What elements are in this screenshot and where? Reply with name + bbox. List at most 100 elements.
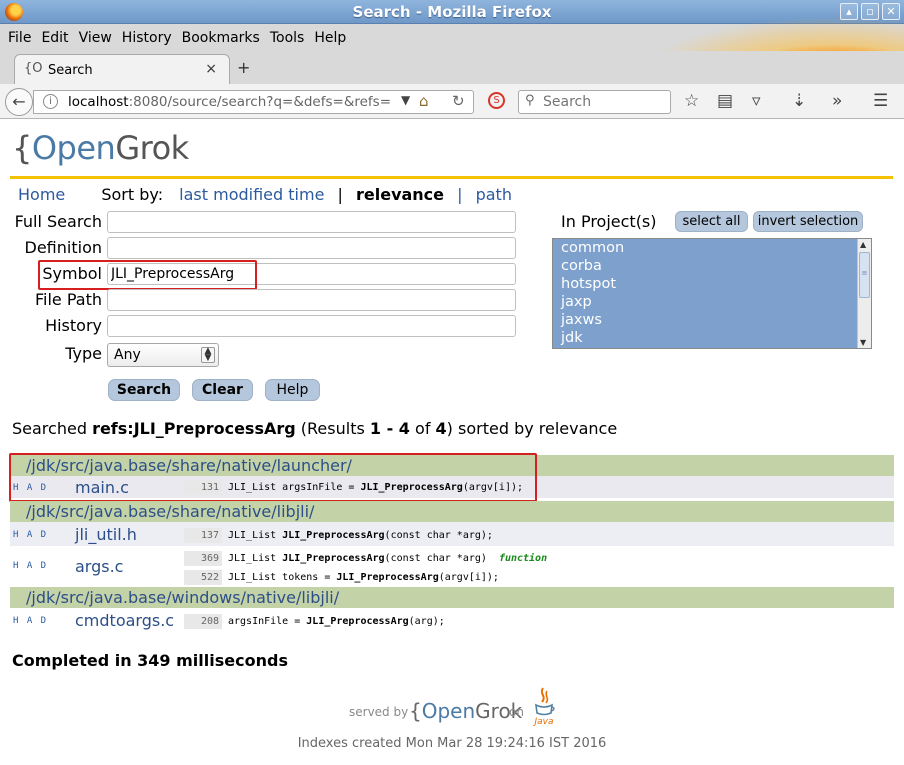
tab-search[interactable]: {O Search × bbox=[14, 54, 230, 84]
noscript-icon[interactable]: S bbox=[488, 92, 505, 109]
code-line[interactable]: JLI_List tokens = JLI_PreprocessArg(argv… bbox=[228, 570, 499, 585]
url-bar[interactable]: i localhost:8080/source/search?q=&defs=&… bbox=[33, 90, 474, 114]
info-icon[interactable]: i bbox=[43, 94, 58, 109]
had-links[interactable]: H A D bbox=[13, 561, 48, 571]
full-search-label: Full Search bbox=[14, 212, 102, 231]
scroll-thumb[interactable]: ≡ bbox=[859, 252, 870, 298]
function-tag: function bbox=[498, 553, 548, 564]
menu-help[interactable]: Help bbox=[309, 30, 351, 46]
full-search-input[interactable] bbox=[107, 211, 516, 233]
reload-icon[interactable]: ↻ bbox=[452, 92, 465, 110]
project-list-scrollbar[interactable]: ▲ ≡ ▼ bbox=[857, 239, 871, 348]
menu-bookmarks[interactable]: Bookmarks bbox=[177, 30, 265, 46]
maximize-button[interactable]: ▫ bbox=[861, 3, 879, 20]
history-input[interactable] bbox=[107, 315, 516, 337]
code-line[interactable]: argsInFile = JLI_PreprocessArg(arg); bbox=[228, 614, 445, 629]
url-text[interactable]: localhost:8080/source/search?q=&defs=&re… bbox=[68, 94, 398, 110]
project-item[interactable]: hotspot bbox=[561, 276, 616, 292]
line-number[interactable]: 208 bbox=[184, 614, 222, 629]
new-tab-button[interactable]: + bbox=[237, 58, 250, 77]
menu-view[interactable]: View bbox=[74, 30, 117, 46]
sort-relevance-current: relevance bbox=[355, 185, 445, 204]
close-button[interactable]: ✕ bbox=[882, 3, 900, 20]
scroll-down-arrow-icon[interactable]: ▼ bbox=[860, 338, 866, 347]
tab-close-icon[interactable]: × bbox=[205, 61, 217, 77]
window-titlebar: Search - Mozilla Firefox ▴ ▫ ✕ bbox=[0, 0, 904, 24]
overflow-chevron-icon[interactable]: » bbox=[832, 91, 842, 111]
definition-label: Definition bbox=[24, 238, 102, 257]
completed-message: Completed in 349 milliseconds bbox=[12, 651, 288, 670]
definition-input[interactable] bbox=[107, 237, 516, 259]
menu-file[interactable]: File bbox=[3, 30, 36, 46]
code-line[interactable]: JLI_List JLI_PreprocessArg(const char *a… bbox=[228, 551, 547, 566]
sort-separator: | bbox=[457, 185, 463, 204]
file-link[interactable]: cmdtoargs.c bbox=[75, 611, 174, 630]
project-list[interactable]: common corba hotspot jaxp jaxws jdk ▲ ≡ … bbox=[552, 238, 872, 349]
result-directory[interactable]: /jdk/src/java.base/windows/native/libjli… bbox=[10, 587, 894, 608]
file-link[interactable]: args.c bbox=[75, 557, 123, 576]
window-title: Search - Mozilla Firefox bbox=[352, 3, 552, 21]
invert-selection-button[interactable]: invert selection bbox=[753, 211, 863, 232]
menu-edit[interactable]: Edit bbox=[36, 30, 73, 46]
url-dropdown-icon[interactable]: ▼ bbox=[401, 93, 410, 107]
result-file-row: H A D cmdtoargs.c 208 argsInFile = JLI_P… bbox=[10, 608, 894, 632]
project-item[interactable]: common bbox=[561, 240, 624, 256]
sort-last-modified-link[interactable]: last modified time bbox=[179, 185, 324, 204]
home-link[interactable]: Home bbox=[18, 185, 65, 204]
search-icon: ⚲ bbox=[525, 93, 535, 108]
sort-path-link[interactable]: path bbox=[476, 185, 512, 204]
bookmark-star-icon[interactable]: ☆ bbox=[684, 91, 699, 111]
minimize-button[interactable]: ▴ bbox=[840, 3, 858, 20]
tab-strip: {O Search × + bbox=[0, 51, 904, 84]
scroll-up-arrow-icon[interactable]: ▲ bbox=[860, 240, 866, 249]
back-arrow-icon[interactable]: ← bbox=[5, 88, 33, 116]
result-file-row: H A D args.c 369 JLI_List JLI_Preprocess… bbox=[10, 547, 894, 586]
line-number[interactable]: 522 bbox=[184, 570, 222, 585]
served-by-label: served by bbox=[349, 705, 409, 719]
type-label: Type bbox=[65, 344, 102, 363]
browser-search-bar[interactable]: ⚲ bbox=[518, 90, 671, 114]
downloads-icon[interactable]: ⇣ bbox=[792, 91, 806, 111]
line-number[interactable]: 369 bbox=[184, 551, 222, 566]
menu-bar: File Edit View History Bookmarks Tools H… bbox=[0, 0, 904, 140]
result-highlight-box bbox=[9, 453, 537, 502]
type-select[interactable]: Any ▲ ▼ bbox=[107, 343, 219, 367]
clear-button[interactable]: Clear bbox=[192, 379, 253, 401]
opengrok-logo[interactable]: {OpenGrok bbox=[12, 129, 189, 167]
project-item[interactable]: jaxp bbox=[561, 294, 592, 310]
project-item[interactable]: corba bbox=[561, 258, 602, 274]
java-logo-icon[interactable]: Java bbox=[531, 686, 557, 730]
sort-by-label: Sort by: bbox=[101, 185, 164, 204]
reading-list-icon[interactable]: ▤ bbox=[717, 91, 733, 111]
pocket-icon[interactable]: ▿ bbox=[752, 91, 761, 111]
on-label: on bbox=[509, 705, 524, 719]
menu-tools[interactable]: Tools bbox=[265, 30, 310, 46]
help-button[interactable]: Help bbox=[265, 379, 320, 401]
project-item[interactable]: jaxws bbox=[561, 312, 602, 328]
history-label: History bbox=[45, 316, 102, 335]
had-links[interactable]: H A D bbox=[13, 616, 48, 626]
sort-separator: | bbox=[337, 185, 343, 204]
had-links[interactable]: H A D bbox=[13, 530, 48, 540]
chevron-updown-icon: ▲ ▼ bbox=[201, 347, 215, 363]
project-item[interactable]: jdk bbox=[561, 330, 583, 346]
footer-opengrok-logo[interactable]: {OpenGrok bbox=[409, 699, 522, 723]
code-line[interactable]: JLI_List JLI_PreprocessArg(const char *a… bbox=[228, 528, 493, 543]
home-icon[interactable]: ⌂ bbox=[419, 92, 429, 110]
header-rule bbox=[10, 176, 893, 179]
java-wordmark: Java bbox=[532, 717, 553, 727]
hamburger-menu-icon[interactable]: ☰ bbox=[873, 91, 888, 111]
file-path-label: File Path bbox=[34, 290, 102, 309]
result-directory[interactable]: /jdk/src/java.base/share/native/libjli/ bbox=[10, 501, 894, 522]
browser-search-input[interactable] bbox=[543, 94, 665, 110]
indexes-created-text: Indexes created Mon Mar 28 19:24:16 IST … bbox=[297, 736, 607, 751]
symbol-highlight-box bbox=[38, 260, 257, 290]
opengrok-favicon-icon: {O bbox=[24, 61, 43, 76]
menu-history[interactable]: History bbox=[117, 30, 177, 46]
line-number[interactable]: 137 bbox=[184, 528, 222, 543]
select-all-button[interactable]: select all bbox=[675, 211, 748, 232]
file-path-input[interactable] bbox=[107, 289, 516, 311]
search-button[interactable]: Search bbox=[108, 379, 180, 401]
sort-bar: Home Sort by: last modified time | relev… bbox=[18, 185, 512, 204]
file-link[interactable]: jli_util.h bbox=[75, 525, 137, 544]
